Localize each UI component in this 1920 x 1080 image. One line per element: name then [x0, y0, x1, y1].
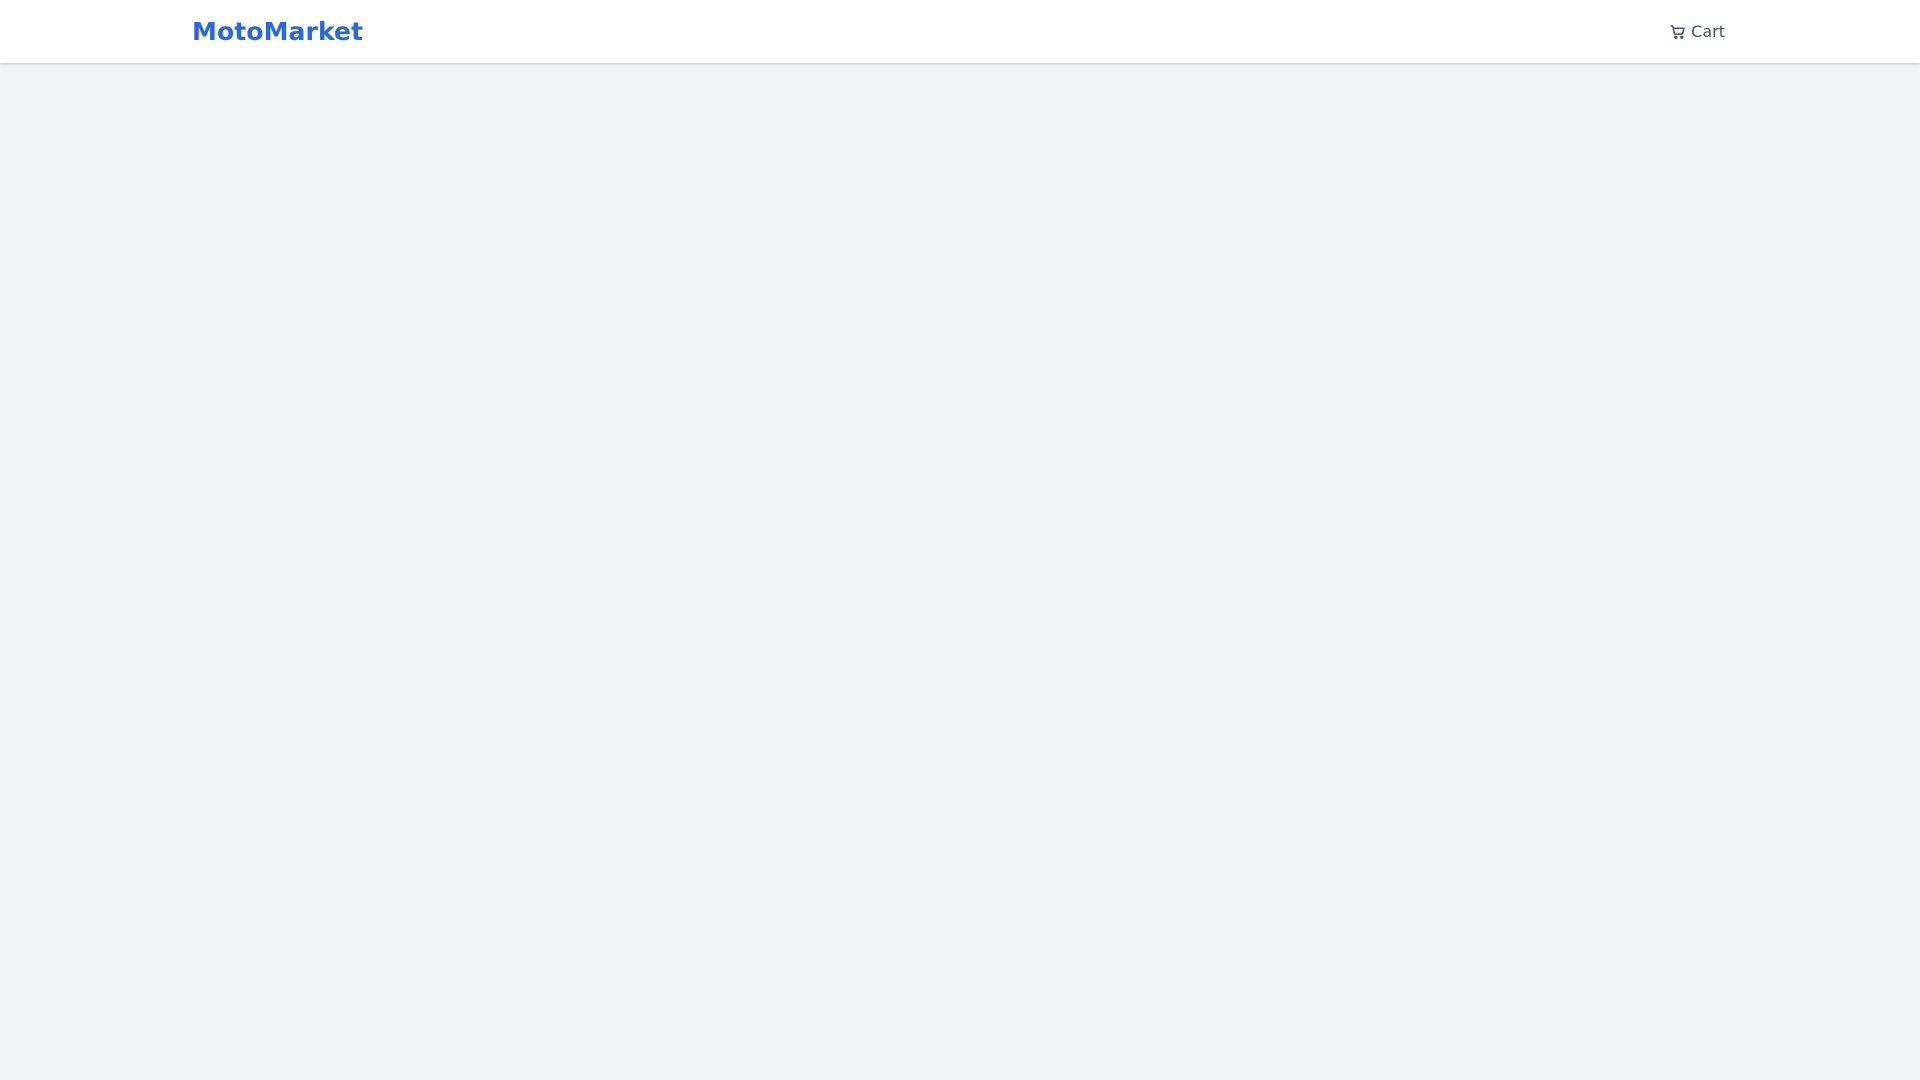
main-content-area: [0, 63, 1920, 1080]
cart-label: Cart: [1691, 22, 1725, 41]
shopping-cart-icon: [1669, 23, 1687, 41]
app-window: MotoMarket Cart: [0, 0, 1920, 1080]
top-navigation-bar: MotoMarket Cart: [0, 0, 1920, 63]
navigation-container: MotoMarket Cart: [192, 0, 1728, 63]
cart-link[interactable]: Cart: [1669, 22, 1725, 41]
brand-logo-link[interactable]: MotoMarket: [192, 17, 363, 46]
